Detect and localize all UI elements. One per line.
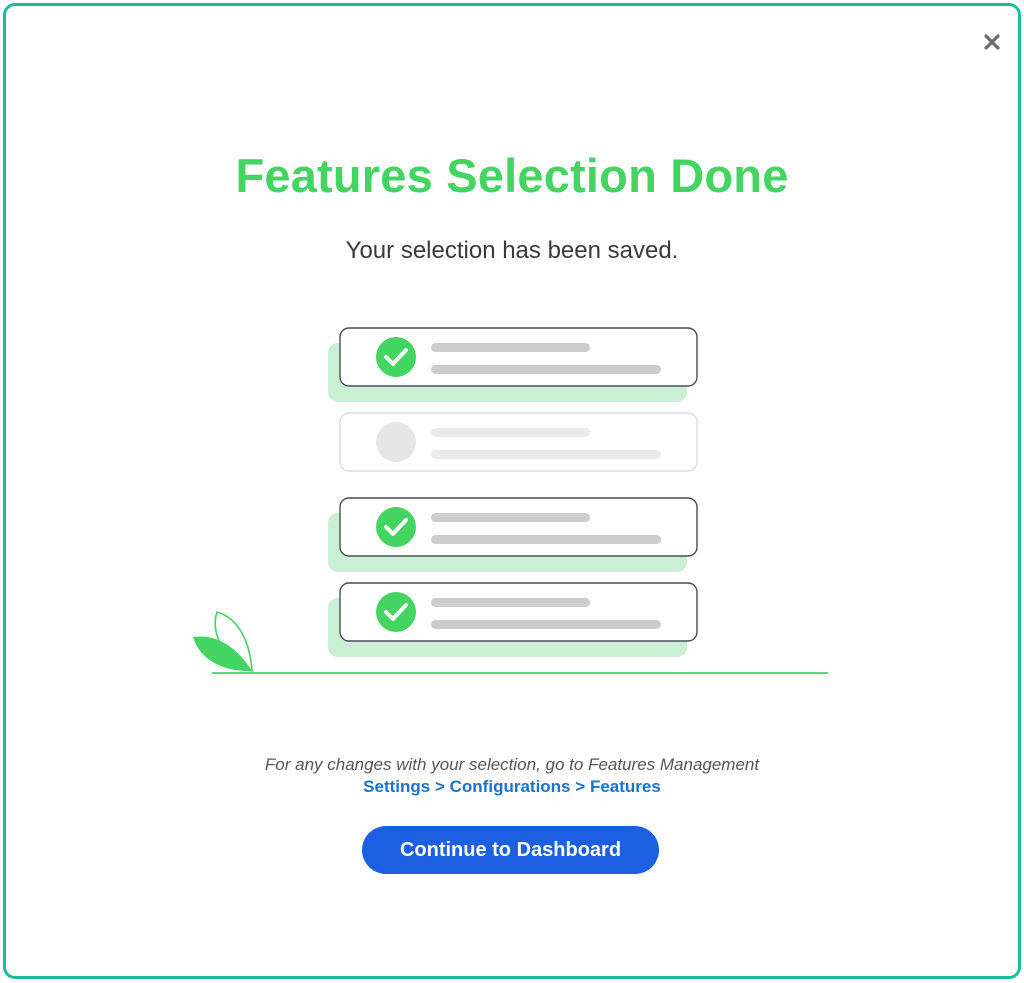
illustration-card-unchecked [339,412,698,472]
check-circle-icon [376,592,416,632]
change-hint-text: For any changes with your selection, go … [264,755,760,774]
continue-to-dashboard-button[interactable]: Continue to Dashboard [362,826,659,874]
illustration-card-checked [328,582,698,657]
illustration-card-checked [328,497,698,572]
configurations-link[interactable]: Configurations [450,777,571,796]
check-circle-icon [376,507,416,547]
illustration-card-checked [328,327,698,402]
breadcrumb-separator: > [575,777,586,796]
features-link[interactable]: Features [590,777,661,796]
breadcrumb-separator: > [434,777,445,796]
settings-link[interactable]: Settings [363,777,430,796]
feature-list-illustration [193,327,828,674]
breadcrumb: Settings > Configurations > Features [6,777,1018,797]
leaf-icon [193,611,253,673]
empty-circle-icon [376,422,416,462]
check-circle-icon [376,337,416,377]
features-done-modal: Features Selection Done Your selection h… [3,3,1021,979]
